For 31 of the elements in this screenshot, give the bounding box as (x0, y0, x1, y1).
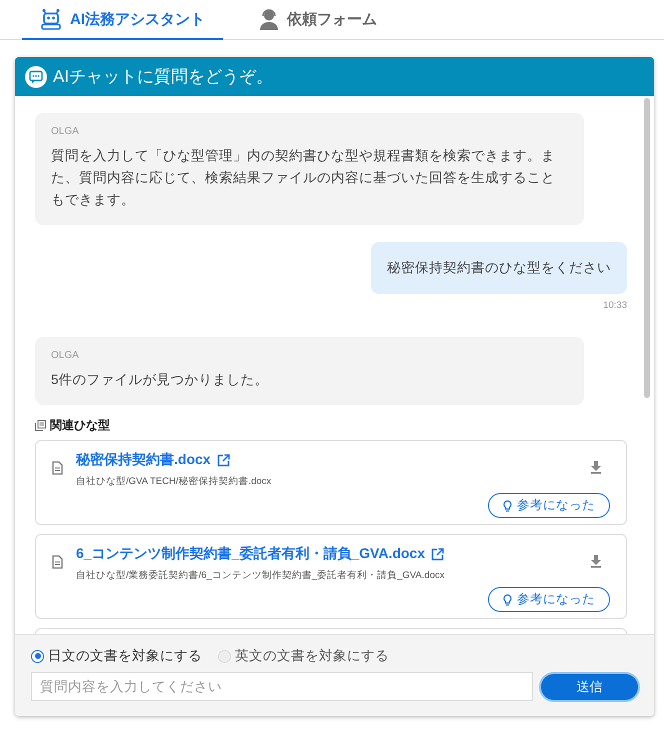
question-input[interactable]: 質問内容を入力してください (31, 672, 533, 701)
radio-option[interactable]: 日文の文書を対象にする (31, 647, 202, 665)
chat-bubble-icon (25, 66, 47, 88)
section-title: 関連ひな型 (50, 417, 110, 434)
message-text: 5件のファイルが見つかりました。 (51, 371, 270, 389)
helpful-button[interactable]: 参考になった (488, 493, 610, 518)
tab[interactable]: 依頼フォーム (241, 0, 395, 40)
document-icon (52, 461, 63, 475)
file-link[interactable]: 6_コンテンツ制作契約書_委託者有利・請負_GVA.docx (76, 545, 590, 563)
message-text: 質問を入力して「ひな型管理」内の契約書ひな型や規程書類を検索できます。また、質問内容に応じて、検索結果ファイルの内容に基づいた回答を生成することもできます。 (51, 147, 556, 209)
lightbulb-icon (503, 594, 512, 606)
external-link-icon (431, 548, 444, 560)
document-stack-icon (35, 420, 46, 431)
lightbulb-icon (503, 500, 512, 512)
document-icon (52, 555, 63, 569)
file-path: 自社ひな型/業務委託契約書/6_コンテンツ制作契約書_委託者有利・請負_GVA.docx (76, 569, 446, 582)
person-headset-icon (259, 8, 279, 30)
helpful-button[interactable]: 参考になった (488, 587, 610, 612)
message-time: 10:33 (603, 300, 627, 311)
sender-name: OLGA (51, 350, 80, 361)
download-icon[interactable] (590, 555, 602, 568)
file-link[interactable]: 秘密保持契約書.docx (76, 451, 590, 469)
file-path: 自社ひな型/GVA TECH/秘密保持契約書.docx (76, 475, 272, 488)
sender-name: OLGA (51, 126, 80, 137)
robot-icon (40, 8, 62, 30)
tab[interactable]: AI法務アシスタント (22, 0, 223, 40)
download-icon[interactable] (590, 461, 602, 474)
send-button[interactable]: 送信 (541, 674, 638, 700)
chat-title: AIチャットに質問をどうぞ。 (53, 66, 274, 88)
external-link-icon (216, 454, 230, 466)
user-message: 秘密保持契約書のひな型をください (371, 242, 627, 294)
